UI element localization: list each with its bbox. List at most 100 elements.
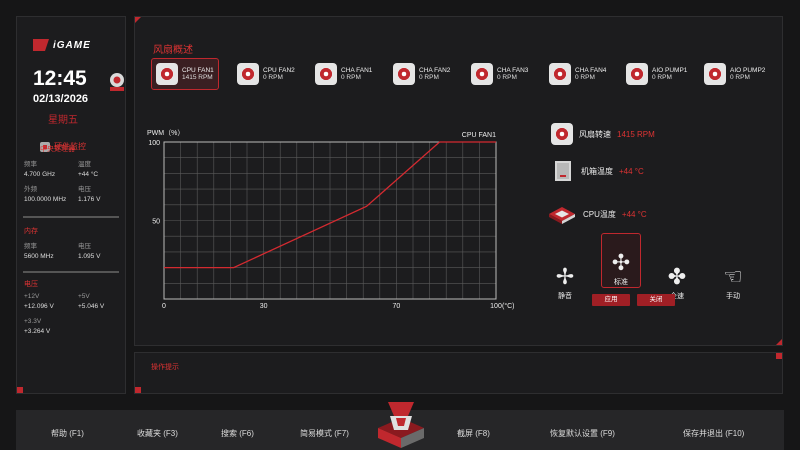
voltage-section-title: 电压 [24,281,38,288]
cpu-freq-label: 频率 [24,161,37,168]
mode-manual-label: 手动 [726,293,740,300]
divider [23,216,119,218]
cpu-ext-freq: 外频 100.0000 MHz [24,183,66,203]
colorful-logo-icon [378,402,424,448]
chart-title: CPU FAN1 [462,132,496,139]
memory-section-title: 内存 [24,228,38,235]
v12-value: +12.096 V [24,303,54,310]
clock-date: 02/13/2026 [33,93,89,105]
cpu-ext-label: 外频 [24,186,37,193]
tips-panel: 操作提示 [134,352,783,394]
cpu-voltage: 电压 1.176 V [78,183,100,203]
igame-logo: iGAME [33,39,91,51]
case-temp-value: +44 °C [619,166,644,176]
v5-value: +5.046 V [78,303,105,310]
mem-voltage: 电压 1.095 V [78,240,100,260]
tips-title: 操作提示 [151,364,179,371]
x-tick-label: 30 [260,303,268,310]
cpu-chip-icon [549,207,575,224]
easy-mode-button[interactable]: 简易模式 (F7) [300,428,349,439]
save-exit-button[interactable]: 保存并退出 (F10) [683,428,744,439]
fan-tab-text: AIO PUMP1 0 RPM [652,67,687,81]
fan-rpm: 0 RPM [575,74,595,81]
mode-standard[interactable]: ✣ 标准 [601,233,641,288]
favorites-button[interactable]: 收藏夹 (F3) [137,428,178,439]
mode-silent[interactable]: ✢ 静音 [546,249,584,301]
v12-label: +12V [24,293,40,300]
igame-logo-icon [33,39,49,51]
case-temp-info: 机箱温度 +44 °C [551,159,644,183]
x-axis-label: (°C) [502,302,515,310]
v12: +12V +12.096 V [24,293,54,310]
cpu-temp-label: CPU温度 [583,209,616,219]
x-tick-label: 0 [162,303,166,310]
mem-freq: 频率 5600 MHz [24,240,54,260]
case-temp-label: 机箱温度 [581,166,613,176]
full-speed-fan-icon: ✤ [667,264,687,289]
logo-text: iGAME [53,39,91,51]
v5-label: +5V [78,293,90,300]
fan-overview-panel: 风扇概述 CPU FAN1 1415 RPM CPU FAN2 0 RPM CHA FA… [134,16,783,346]
cpu-ext-value: 100.0000 MHz [24,196,67,203]
standard-fan-icon: ✣ [611,250,631,275]
x-tick-label: 70 [393,303,401,310]
silent-fan-icon: ✢ [555,264,575,289]
y-tick-label: 100 [148,140,160,147]
close-button[interactable]: 关闭 [637,294,675,306]
fan-icon [626,63,648,85]
fan-name: AIO PUMP1 [652,67,688,74]
fan-speed-info: 风扇转速 1415 RPM [551,123,655,145]
cpu-freq-value: 4.700 GHz [24,171,56,178]
cpu-temp-value: +44 °C [78,171,99,178]
help-button[interactable]: 帮助 (F1) [51,428,84,439]
cpu-temp: 温度 +44 °C [78,158,98,178]
cpu-temp-label: 温度 [78,161,91,168]
fan-speed-value: 1415 RPM [617,129,655,139]
mode-silent-label: 静音 [558,293,572,300]
mem-freq-label: 频率 [24,243,37,250]
mem-freq-value: 5600 MHz [24,253,54,260]
mascot-icon [110,73,124,91]
mem-volt-label: 电压 [78,243,91,250]
weekday: 星期五 [48,115,78,126]
cpu-volt-label: 电压 [78,186,91,193]
divider [23,271,119,273]
cpu-temp-info: CPU温度 +44 °C [547,202,647,226]
fan-tab-aio-pump2[interactable]: AIO PUMP2 0 RPM [700,58,769,90]
v33-value: +3.264 V [24,328,51,335]
fan-rpm: 0 RPM [652,74,672,81]
restore-defaults-button[interactable]: 恢复默认设置 (F9) [550,428,615,439]
v33-label: +3.3V [24,318,42,325]
cpu-volt-value: 1.176 V [78,196,101,203]
hand-icon: ☜ [723,264,743,289]
search-button[interactable]: 搜索 (F6) [221,428,254,439]
fan-rpm: 0 RPM [730,74,750,81]
fan-icon [549,63,571,85]
fan-tab-text: AIO PUMP2 0 RPM [730,67,765,81]
clock-time: 12:45 [33,67,87,90]
mode-standard-label: 标准 [614,279,628,286]
apply-button[interactable]: 应用 [592,294,630,306]
case-icon [555,161,571,181]
fan-icon [704,63,726,85]
screenshot-button[interactable]: 截屏 (F8) [457,428,490,439]
fan-speed-label: 风扇转速 [579,129,611,139]
v5: +5V +5.046 V [78,293,104,310]
fan-name: CHA FAN4 [575,67,607,74]
y-tick-label: 50 [152,219,160,226]
fan-name: AIO PUMP2 [730,67,766,74]
cpu-section-title: 中央处理器 [40,146,75,153]
mode-manual[interactable]: ☜ 手动 [714,249,752,301]
cpu-freq: 频率 4.700 GHz [24,158,55,178]
cpu-temp-value: +44 °C [621,209,647,219]
fan-curve-chart[interactable]: 0 30 70 100 50 100 PWM（%） (°C) CPU FAN1 [135,17,535,327]
hardware-monitor-panel: iGAME 12:45 02/13/2026 星期五 硬件监控 中央处理器 频率… [16,16,126,394]
v33: +3.3V +3.264 V [24,318,50,335]
x-tick-label: 100 [490,303,502,310]
fan-tab-cha-fan4[interactable]: CHA FAN4 0 RPM [545,58,610,90]
fan-icon [551,123,573,145]
fan-tab-aio-pump1[interactable]: AIO PUMP1 0 RPM [622,58,691,90]
y-axis-label: PWM（%） [147,129,184,137]
fan-tab-text: CHA FAN4 0 RPM [575,67,606,81]
mem-volt-value: 1.095 V [78,253,101,260]
